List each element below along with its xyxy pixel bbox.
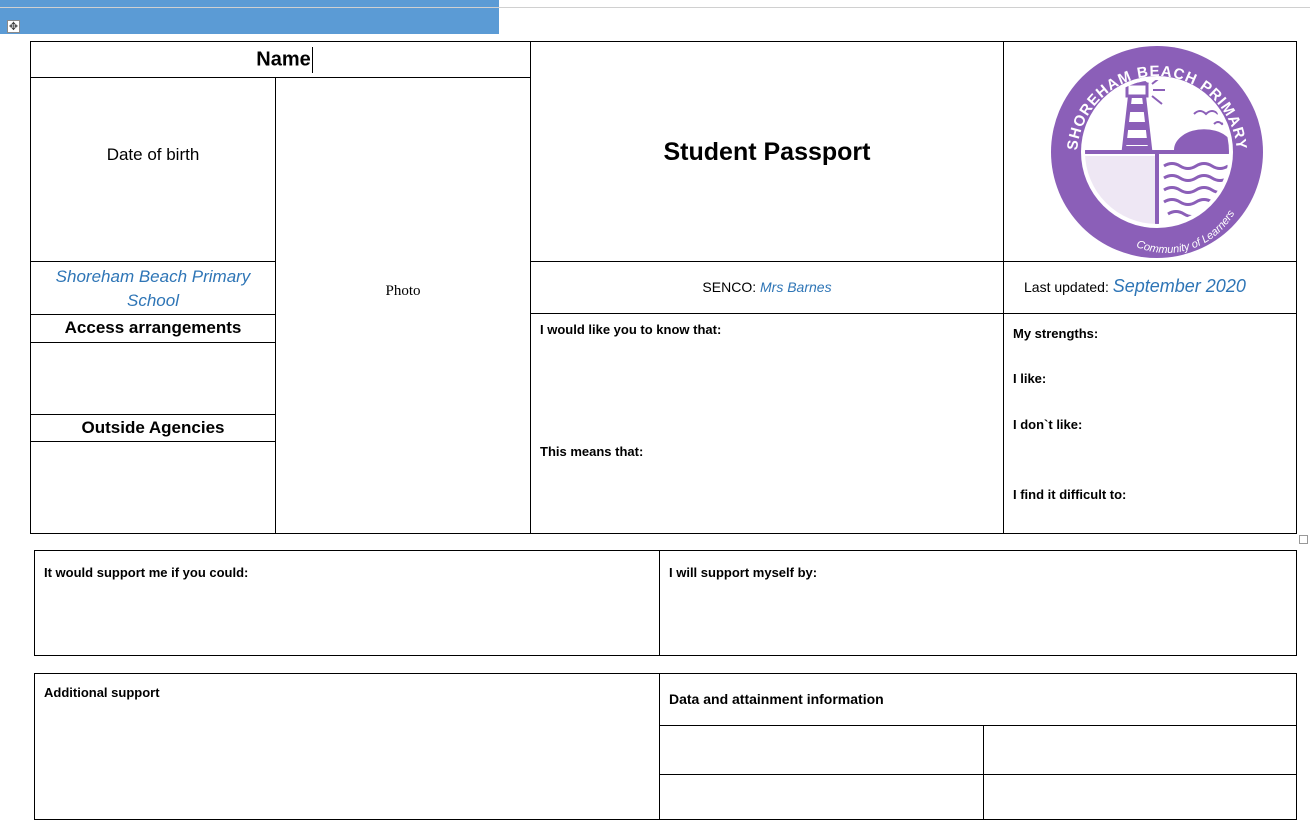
- data-cell-3[interactable]: [660, 775, 983, 819]
- senco-value[interactable]: Mrs Barnes: [760, 279, 832, 295]
- text-cursor: [311, 47, 313, 73]
- school-name: Shoreham Beach Primary School: [55, 267, 251, 310]
- page-top-rule: [0, 7, 1310, 8]
- table-resize-handle[interactable]: [1299, 535, 1308, 544]
- title-row-rule: [530, 261, 1297, 262]
- data-cell-1[interactable]: [660, 726, 983, 774]
- school-row-rule: [30, 314, 276, 315]
- support-myself-label: I will support myself by:: [669, 565, 818, 580]
- last-updated-label: Last updated:: [1024, 279, 1113, 295]
- dont-like-label: I don`t like:: [1013, 417, 1083, 432]
- table-move-handle-icon[interactable]: ✥: [7, 20, 20, 33]
- data-cell-4[interactable]: [984, 775, 1296, 819]
- access-row-rule: [30, 342, 276, 343]
- data-cell-2[interactable]: [984, 726, 1296, 774]
- last-updated-field: Last updated: September 2020: [1024, 276, 1294, 297]
- document-title: Student Passport: [663, 138, 871, 166]
- dob-row-rule: [30, 261, 276, 262]
- support-me-label: It would support me if you could:: [44, 565, 249, 580]
- know-that-label: I would like you to know that:: [540, 322, 722, 337]
- outside-agencies-heading: Outside Agencies: [81, 418, 225, 437]
- last-updated-value[interactable]: September 2020: [1113, 276, 1246, 296]
- access-body-rule: [30, 414, 276, 415]
- senco-field: SENCO: Mrs Barnes: [531, 279, 1003, 295]
- means-that-label: This means that:: [540, 444, 644, 459]
- photo-divider: [275, 77, 276, 534]
- data-attainment-label: Data and attainment information: [669, 691, 884, 707]
- support-divider: [659, 550, 660, 656]
- name-label: Name: [256, 48, 311, 71]
- additional-support-label: Additional support: [44, 685, 160, 700]
- strengths-label: My strengths:: [1013, 326, 1099, 341]
- name-row-rule: [30, 77, 531, 78]
- photo-placeholder[interactable]: Photo: [276, 283, 530, 300]
- like-label: I like:: [1013, 371, 1047, 386]
- passport-main-table: Name Date of birth Shoreham Beach Primar…: [0, 0, 1310, 534]
- difficult-label: I find it difficult to:: [1013, 487, 1127, 502]
- senco-row-rule: [530, 313, 1297, 314]
- school-logo: SHOREHAM BEACH PRIMARY Community of Lear…: [1051, 46, 1263, 258]
- access-arrangements-heading: Access arrangements: [64, 318, 242, 337]
- dob-label: Date of birth: [106, 145, 200, 164]
- name-header-cell[interactable]: [0, 0, 499, 34]
- name-field[interactable]: Name: [31, 47, 534, 73]
- agencies-row-rule: [30, 441, 276, 442]
- col-divider-2: [1003, 41, 1004, 534]
- senco-label: SENCO:: [702, 279, 760, 295]
